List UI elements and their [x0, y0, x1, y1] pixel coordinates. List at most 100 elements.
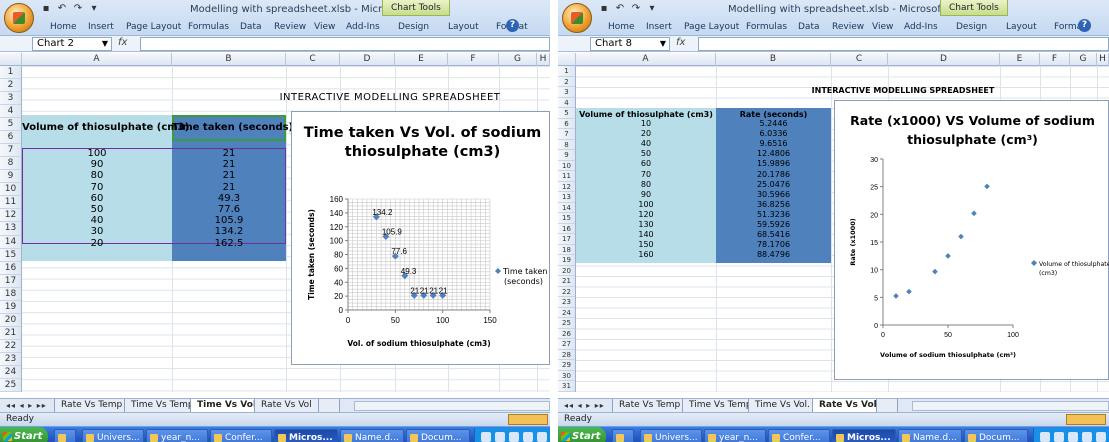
row-header[interactable]: 19	[0, 301, 21, 314]
table-cell-volume[interactable]: 40	[22, 215, 172, 226]
help-icon[interactable]: ?	[1078, 19, 1091, 32]
tab-formulas[interactable]: Formulas	[746, 19, 787, 35]
data-point[interactable]	[932, 268, 938, 275]
row-header[interactable]: 22	[558, 287, 575, 297]
row-header[interactable]: 25	[0, 379, 21, 392]
table-cell-volume[interactable]: 70	[576, 170, 716, 180]
customize-qat-icon[interactable]: ▾	[646, 3, 658, 15]
quick-launch-icon[interactable]	[54, 429, 76, 442]
column-header-d[interactable]: D	[340, 53, 395, 66]
tray-icon[interactable]	[1040, 432, 1050, 442]
tab-view[interactable]: View	[872, 19, 893, 35]
table-cell-time[interactable]: 105.9	[172, 215, 286, 226]
taskbar-item-excel[interactable]: Micros...	[274, 429, 338, 442]
quick-launch-icon[interactable]	[612, 429, 634, 442]
row-header[interactable]: 6	[0, 131, 21, 145]
column-header-e[interactable]: E	[1000, 53, 1040, 66]
save-icon[interactable]: ▪	[598, 3, 610, 15]
table-cell-rate[interactable]: 88.4796	[716, 250, 831, 260]
row-header[interactable]: 12	[558, 182, 575, 192]
column-header-e[interactable]: E	[395, 53, 448, 66]
data-point[interactable]	[893, 293, 899, 299]
table-cell-rate[interactable]: 12.4806	[716, 149, 831, 159]
table-cell-volume[interactable]: 20	[576, 129, 716, 139]
row-header[interactable]: 30	[558, 371, 575, 381]
table-cell-rate[interactable]: 36.8256	[716, 200, 831, 210]
tray-icon[interactable]	[1068, 432, 1078, 442]
table-cell-volume[interactable]: 120	[576, 210, 716, 220]
insert-sheet-icon[interactable]	[876, 399, 898, 413]
chart-rate-vs-vol[interactable]: Rate (x1000) VS Volume of sodium thiosul…	[834, 100, 1109, 380]
column-header-b[interactable]: B	[172, 53, 286, 66]
row-header[interactable]: 15	[558, 213, 575, 224]
tab-formulas[interactable]: Formulas	[188, 19, 229, 35]
taskbar-item-year[interactable]: year_n...	[146, 429, 208, 442]
row-header[interactable]: 19	[558, 255, 575, 266]
header-volume[interactable]: Volume of thiosulphate (cm3)	[576, 110, 716, 119]
tray-icon[interactable]	[523, 432, 533, 442]
table-cell-volume[interactable]: 90	[576, 190, 716, 200]
table-cell-volume[interactable]: 50	[576, 149, 716, 159]
tab-insert[interactable]: Insert	[88, 19, 114, 35]
table-cell-volume[interactable]: 130	[576, 220, 716, 230]
row-header[interactable]: 17	[558, 234, 575, 245]
data-point[interactable]	[958, 233, 964, 240]
column-header-g[interactable]: G	[499, 53, 537, 66]
row-header[interactable]: 29	[558, 360, 575, 371]
row-header[interactable]: 5	[558, 108, 575, 119]
name-box[interactable]: Chart 2 ▼	[32, 37, 112, 51]
row-header[interactable]: 11	[0, 196, 21, 210]
tray-icon[interactable]	[495, 432, 505, 442]
function-icon[interactable]: fx	[676, 37, 685, 48]
tray-icon[interactable]	[1096, 432, 1106, 442]
customize-qat-icon[interactable]: ▾	[88, 3, 100, 15]
table-cell-rate[interactable]: 5.2446	[716, 119, 831, 129]
undo-icon[interactable]: ↶	[56, 3, 68, 15]
table-cell-volume[interactable]: 10	[576, 119, 716, 129]
header-rate[interactable]: Rate (seconds)	[716, 110, 831, 119]
data-point[interactable]	[945, 253, 951, 259]
header-time-taken[interactable]: Time taken (seconds)	[172, 122, 293, 133]
tray-icon[interactable]	[537, 432, 547, 442]
horizontal-scrollbar[interactable]	[912, 401, 1109, 411]
table-cell-time[interactable]: 21	[172, 182, 286, 193]
redo-icon[interactable]: ↷	[72, 3, 84, 15]
row-header[interactable]: 9	[0, 170, 21, 184]
tab-review[interactable]: Review	[274, 19, 306, 35]
select-all-corner[interactable]	[558, 53, 576, 66]
row-header[interactable]: 1	[558, 66, 575, 77]
sheet-tab-rate-vs-temp[interactable]: Rate Vs Temp	[54, 399, 130, 413]
column-header-c[interactable]: C	[831, 53, 888, 66]
redo-icon[interactable]: ↷	[630, 3, 642, 15]
chart-time-vs-vol[interactable]: Time taken Vs Vol. of sodium thiosulphat…	[291, 111, 550, 365]
function-icon[interactable]: fx	[118, 37, 127, 48]
row-header[interactable]: 2	[0, 79, 21, 93]
tray-icon[interactable]	[1054, 432, 1064, 442]
column-header-f[interactable]: F	[1040, 53, 1070, 66]
header-volume[interactable]: Volume of thiosulphate (cm3)	[22, 122, 189, 133]
data-point[interactable]	[971, 210, 977, 217]
table-cell-time[interactable]: 162.5	[172, 238, 286, 249]
row-header[interactable]: 13	[558, 192, 575, 203]
taskbar-item-univers[interactable]: Univers...	[82, 429, 144, 442]
row-header[interactable]: 25	[558, 318, 575, 329]
table-cell-rate[interactable]: 15.9896	[716, 159, 831, 169]
table-cell-volume[interactable]: 60	[576, 159, 716, 169]
row-header[interactable]: 6	[558, 119, 575, 129]
table-cell-rate[interactable]: 68.5416	[716, 230, 831, 240]
data-point[interactable]	[984, 183, 990, 190]
tab-page-layout[interactable]: Page Layout	[126, 19, 181, 35]
column-header-a[interactable]: A	[22, 53, 172, 66]
row-header[interactable]: 7	[558, 129, 575, 140]
view-buttons[interactable]	[508, 414, 548, 425]
help-icon[interactable]: ?	[506, 19, 519, 32]
tab-design[interactable]: Design	[398, 19, 429, 35]
sheet-nav-arrows[interactable]: ◂◂ ◂ ▸ ▸▸	[564, 399, 605, 413]
formula-input[interactable]	[140, 37, 550, 51]
row-header[interactable]: 1	[0, 66, 21, 80]
row-header[interactable]: 14	[0, 236, 21, 249]
table-cell-time[interactable]: 49.3	[172, 193, 286, 204]
tab-data[interactable]: Data	[798, 19, 820, 35]
row-header[interactable]: 8	[558, 140, 575, 150]
sheet-tab-time-vs-vol[interactable]: Time Vs Vol.	[748, 399, 817, 413]
